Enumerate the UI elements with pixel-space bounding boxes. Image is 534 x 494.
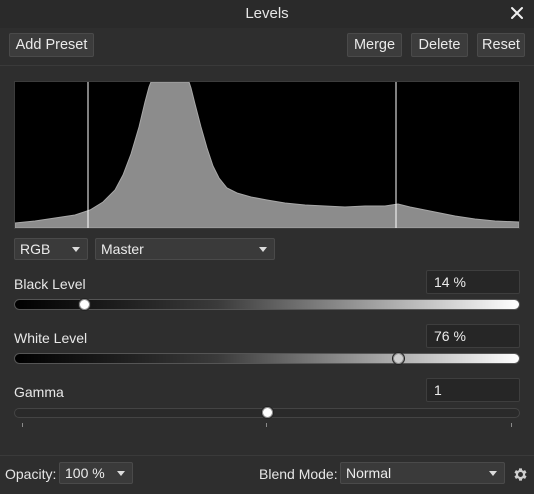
divider xyxy=(0,65,534,66)
window-title: Levels xyxy=(245,5,289,22)
channel-select[interactable]: RGB xyxy=(14,238,88,260)
white-level-slider-thumb[interactable] xyxy=(392,352,406,365)
blend-mode-label: Blend Mode: xyxy=(259,466,338,482)
channel-select-value: RGB xyxy=(20,241,51,257)
chevron-down-icon xyxy=(489,471,497,476)
black-level-label: Black Level xyxy=(14,276,86,292)
title-bar: Levels xyxy=(0,0,534,28)
reset-button[interactable]: Reset xyxy=(477,33,525,57)
gear-icon[interactable] xyxy=(512,466,529,483)
gamma-slider-thumb[interactable] xyxy=(260,406,274,419)
opacity-select-value: 100 % xyxy=(65,465,105,481)
chevron-down-icon xyxy=(117,471,125,476)
gamma-tick xyxy=(511,423,512,427)
white-level-label: White Level xyxy=(14,330,88,346)
delete-button[interactable]: Delete xyxy=(411,33,468,57)
mode-select[interactable]: Master xyxy=(95,238,275,260)
white-level-slider[interactable] xyxy=(14,353,520,364)
add-preset-button[interactable]: Add Preset xyxy=(9,33,94,57)
gamma-tick xyxy=(22,423,23,427)
footer-bar: Opacity: 100 % Blend Mode: Normal xyxy=(0,455,534,494)
chevron-down-icon xyxy=(259,247,267,252)
blend-mode-select[interactable]: Normal xyxy=(340,462,505,484)
merge-button[interactable]: Merge xyxy=(347,33,402,57)
close-icon[interactable] xyxy=(508,4,526,22)
gamma-tick xyxy=(266,423,267,427)
opacity-select[interactable]: 100 % xyxy=(59,462,133,484)
chevron-down-icon xyxy=(72,247,80,252)
white-level-input[interactable]: 76 % xyxy=(426,324,520,348)
histogram-area xyxy=(15,82,519,228)
gamma-label: Gamma xyxy=(14,384,64,400)
opacity-label: Opacity: xyxy=(5,466,57,482)
black-level-input[interactable]: 14 % xyxy=(426,270,520,294)
gamma-input[interactable]: 1 xyxy=(426,378,520,402)
mode-select-value: Master xyxy=(101,241,144,257)
blend-mode-select-value: Normal xyxy=(346,465,392,481)
histogram xyxy=(14,81,520,229)
preset-toolbar: Add Preset Merge Delete Reset xyxy=(0,28,534,64)
